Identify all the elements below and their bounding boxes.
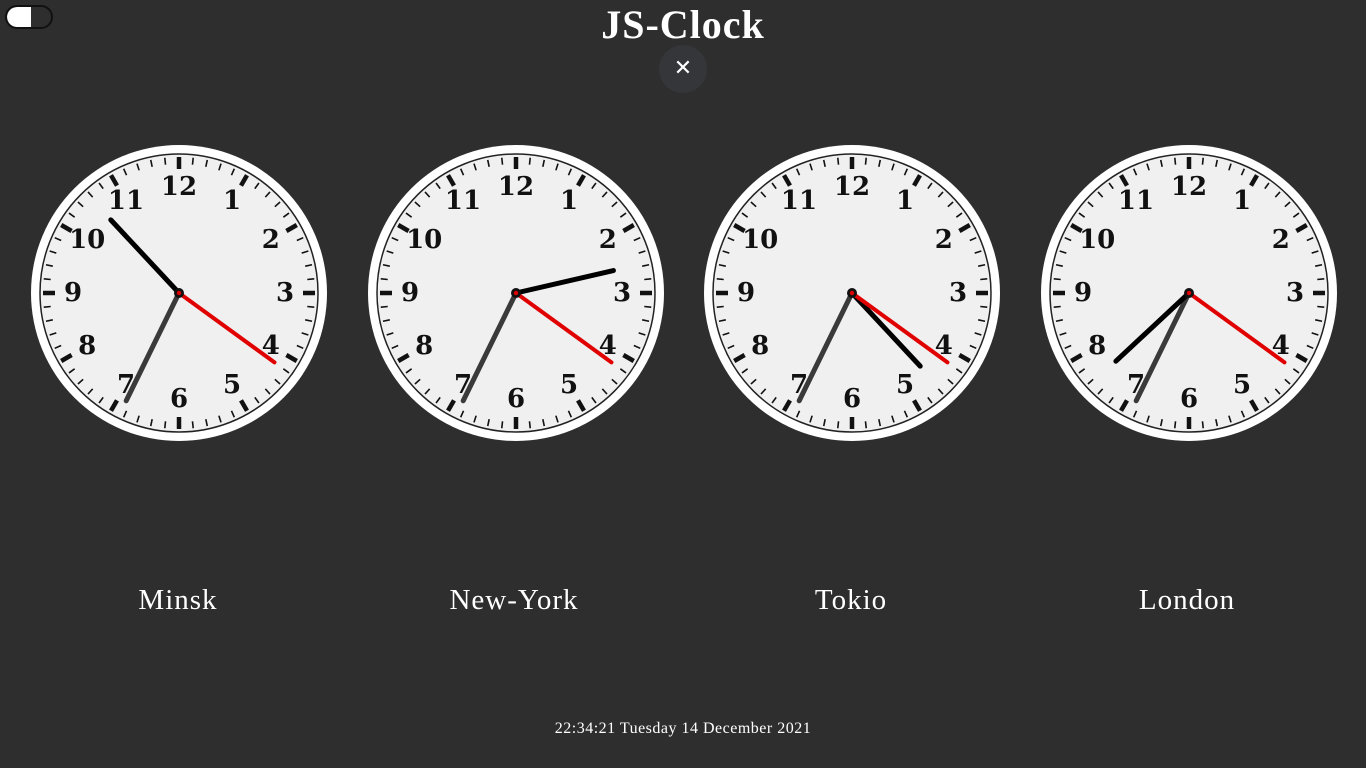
clock-london: 12 1 2 3 4 5 6 7 8 9 10 11 [1039, 143, 1339, 443]
clock-tokio: 12 1 2 3 4 5 6 7 8 9 10 11 [702, 143, 1002, 443]
minute-tick [307, 277, 315, 281]
clock-numeral: 11 [781, 186, 817, 216]
clock-numeral: 1 [1233, 186, 1251, 216]
minute-tick [836, 421, 840, 429]
clock-face: 12 1234567891011 [31, 145, 327, 441]
clock-numeral: 9 [1074, 278, 1092, 308]
minute-tick [528, 157, 532, 165]
minute-tick [644, 305, 652, 309]
minute-tick [1173, 421, 1177, 429]
close-button[interactable]: ✕ [659, 45, 707, 93]
clock-face: 12 1234567891011 [704, 145, 1000, 441]
clock-numeral: 5 [896, 370, 914, 400]
clock-numeral: 6 [1180, 384, 1198, 414]
minute-tick [380, 277, 388, 281]
clock-numeral: 12 [498, 172, 534, 202]
minute-tick [191, 421, 195, 429]
clock-numeral: 5 [223, 370, 241, 400]
city-label-new-york: New-York [449, 584, 579, 616]
clock-numeral: 6 [170, 384, 188, 414]
clock-numeral: 12 [834, 172, 870, 202]
clock-numeral: 2 [1272, 225, 1290, 255]
clock-numeral: 11 [445, 186, 481, 216]
clock-numeral: 1 [560, 186, 578, 216]
clock-face: 12 1234567891011 [1041, 145, 1337, 441]
clock-numeral: 12 [1171, 172, 1207, 202]
center-pin-dot [176, 290, 182, 296]
page-title: JS-Clock [601, 2, 765, 47]
clock-numeral: 8 [415, 331, 433, 361]
minute-tick [644, 277, 652, 281]
clock-numeral: 3 [949, 278, 967, 308]
minute-tick [191, 157, 195, 165]
minute-tick [500, 421, 504, 429]
page: JS-Clock ✕ 12 1 2 3 4 5 6 7 8 9 10 11 12 1 2 3 4 5 6 7 8 9 10… [0, 0, 1366, 768]
minute-tick [163, 421, 167, 429]
clock-numeral: 9 [737, 278, 755, 308]
clock-numeral: 6 [843, 384, 861, 414]
minute-tick [836, 157, 840, 165]
center-pin-dot [1186, 290, 1192, 296]
clock-numeral: 10 [742, 225, 778, 255]
minute-tick [1173, 157, 1177, 165]
clock-numeral: 2 [599, 225, 617, 255]
minute-tick [1053, 305, 1061, 309]
minute-tick [43, 305, 51, 309]
clock-numeral: 5 [1233, 370, 1251, 400]
clock-new-york: 12 1 2 3 4 5 6 7 8 9 10 11 [366, 143, 666, 443]
minute-tick [1317, 305, 1325, 309]
clock-numeral: 12 [161, 172, 197, 202]
minute-tick [980, 277, 988, 281]
clock-numeral: 8 [751, 331, 769, 361]
clock-numeral: 8 [1088, 331, 1106, 361]
clock-numeral: 1 [896, 186, 914, 216]
clock-numeral: 3 [1286, 278, 1304, 308]
clock-numeral: 1 [223, 186, 241, 216]
city-label-minsk: Minsk [138, 584, 218, 616]
minute-tick [163, 157, 167, 165]
minute-tick [1317, 277, 1325, 281]
clock-numeral: 8 [78, 331, 96, 361]
clock-numeral: 10 [1079, 225, 1115, 255]
clock-numeral: 9 [401, 278, 419, 308]
minute-tick [716, 305, 724, 309]
clock-numeral: 3 [613, 278, 631, 308]
city-label-london: London [1138, 584, 1236, 616]
clock-numeral: 2 [935, 225, 953, 255]
current-datetime: 22:34:21 Tuesday 14 December 2021 [554, 720, 812, 737]
minute-tick [980, 305, 988, 309]
clock-numeral: 3 [276, 278, 294, 308]
minute-tick [1053, 277, 1061, 281]
clock-face: 12 1234567891011 [368, 145, 664, 441]
clock-numeral: 11 [1118, 186, 1154, 216]
clock-numeral: 10 [69, 225, 105, 255]
minute-tick [864, 421, 868, 429]
clock-numeral: 10 [406, 225, 442, 255]
minute-tick [307, 305, 315, 309]
clock-numeral: 11 [108, 186, 144, 216]
minute-tick [716, 277, 724, 281]
minute-tick [380, 305, 388, 309]
clock-numeral: 2 [262, 225, 280, 255]
minute-tick [528, 421, 532, 429]
minute-tick [500, 157, 504, 165]
minute-tick [1201, 421, 1205, 429]
city-label-tokio: Tokio [814, 584, 888, 616]
clock-numeral: 5 [560, 370, 578, 400]
clock-minsk: 12 1 2 3 4 5 6 7 8 9 10 11 [29, 143, 329, 443]
clock-numeral: 6 [507, 384, 525, 414]
clock-numeral: 9 [64, 278, 82, 308]
center-pin-dot [849, 290, 855, 296]
minute-tick [1201, 157, 1205, 165]
center-pin-dot [513, 290, 519, 296]
minute-tick [43, 277, 51, 281]
minute-tick [864, 157, 868, 165]
